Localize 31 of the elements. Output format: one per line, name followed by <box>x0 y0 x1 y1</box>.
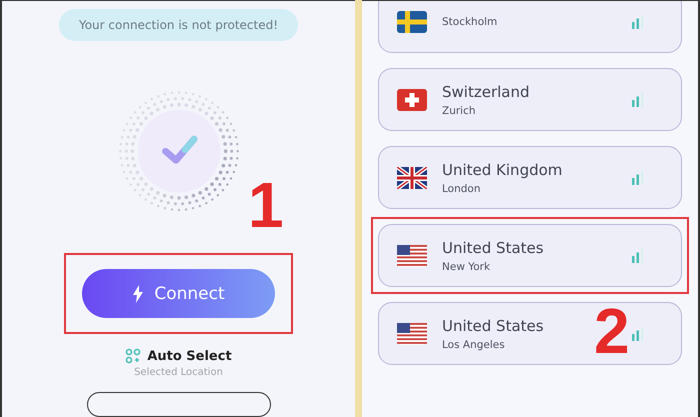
flag-icon <box>397 88 427 110</box>
connect-button[interactable]: Connect <box>82 269 275 318</box>
flag-icon <box>397 166 427 188</box>
location-subtitle: Selected Location <box>134 367 223 378</box>
city-name: Los Angeles <box>442 338 506 350</box>
server-card[interactable]: Switzerland Zurich <box>378 68 682 131</box>
flag-icon <box>397 244 427 266</box>
city-name: New York <box>442 260 492 272</box>
country-name: United States <box>442 316 545 334</box>
signal-icon <box>631 14 645 28</box>
city-name: London <box>442 182 482 194</box>
signal-icon <box>631 326 645 340</box>
signal-icon <box>631 248 645 262</box>
country-name: United Kingdom <box>442 160 564 178</box>
flag-icon <box>397 10 427 32</box>
server-card[interactable]: Stockholm <box>378 1 682 53</box>
signal-icon <box>631 170 645 184</box>
city-name: Stockholm <box>442 16 498 28</box>
signal-icon <box>631 92 645 106</box>
status-banner: Your connection is not protected! <box>58 9 298 41</box>
country-name: Switzerland <box>442 82 530 100</box>
annotation-number: 1 <box>248 173 284 237</box>
flag-icon <box>397 322 427 344</box>
server-card[interactable]: United Kingdom London <box>378 146 682 209</box>
auto-select-icon <box>125 348 142 364</box>
location-title: Auto Select <box>147 348 232 364</box>
server-card[interactable]: United States New York <box>378 224 682 287</box>
country-name: United States <box>442 238 545 256</box>
annotation-number: 2 <box>594 299 630 363</box>
city-name: Zurich <box>442 104 477 116</box>
lightning-icon <box>132 284 144 303</box>
